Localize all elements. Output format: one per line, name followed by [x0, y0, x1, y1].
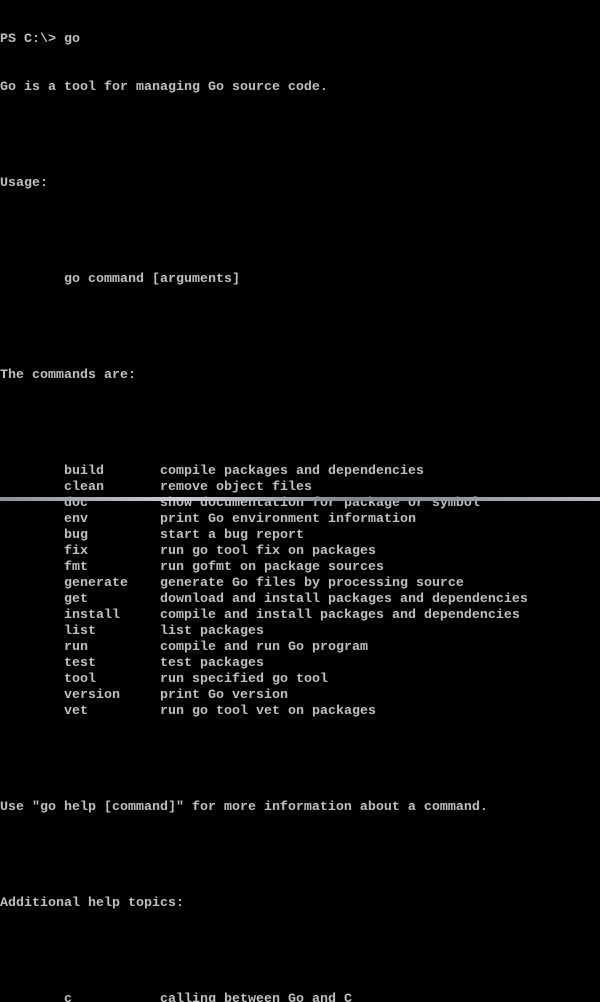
command-row: bug start a bug report: [0, 528, 600, 544]
command-row: get download and install packages and dep…: [0, 592, 600, 608]
usage-command: go command [arguments]: [64, 272, 240, 287]
command-row-name: clean: [64, 480, 104, 495]
topics-list: c calling between Go and C: [0, 992, 600, 1002]
command-row: fmt run gofmt on package sources: [0, 560, 600, 576]
taskbar-edge: [0, 497, 600, 501]
command-row-name: env: [64, 512, 88, 527]
command-row-name: fix: [64, 544, 88, 559]
commands-heading: The commands are:: [0, 368, 136, 383]
command-row-name: test: [64, 656, 96, 671]
command-row: vet run go tool vet on packages: [0, 704, 600, 720]
help-hint: Use "go help [command]" for more informa…: [0, 800, 488, 815]
command-row-name: bug: [64, 528, 88, 543]
command-row: tool run specified go tool: [0, 672, 600, 688]
prompt-line: PS C:\> go: [0, 32, 80, 47]
command-row-description: start a bug report: [160, 528, 304, 543]
command-row-description: run go tool fix on packages: [160, 544, 376, 559]
command-row-name: install: [64, 608, 120, 623]
topics-heading: Additional help topics:: [0, 896, 184, 911]
command-row-name: vet: [64, 704, 88, 719]
intro-text: Go is a tool for managing Go source code…: [0, 80, 328, 95]
commands-list: build compile packages and dependencies cl…: [0, 464, 600, 720]
command-row-description: remove object files: [160, 480, 312, 495]
command-row-name: tool: [64, 672, 96, 687]
command-row: list list packages: [0, 624, 600, 640]
command-row: test test packages: [0, 656, 600, 672]
command-row: clean remove object files: [0, 480, 600, 496]
command-row-name: run: [64, 640, 88, 655]
command-row-description: compile and run Go program: [160, 640, 368, 655]
command-row-description: list packages: [160, 624, 264, 639]
command-row: install compile and install packages and …: [0, 608, 600, 624]
command-row-name: build: [64, 464, 104, 479]
command-row: run compile and run Go program: [0, 640, 600, 656]
command-row-name: version: [64, 688, 120, 703]
terminal-window[interactable]: PS C:\> go Go is a tool for managing Go …: [0, 0, 600, 1002]
command-row-description: compile packages and dependencies: [160, 464, 424, 479]
command-row-description: print Go environment information: [160, 512, 416, 527]
command-row-description: generate Go files by processing source: [160, 576, 464, 591]
usage-label: Usage:: [0, 176, 48, 191]
command-row-name: get: [64, 592, 88, 607]
command-row-description: run gofmt on package sources: [160, 560, 384, 575]
command-row-name: generate: [64, 576, 128, 591]
command-row: env print Go environment information: [0, 512, 600, 528]
command-row: generate generate Go files by processing …: [0, 576, 600, 592]
command-row: version print Go version: [0, 688, 600, 704]
topic-row: c calling between Go and C: [0, 992, 600, 1002]
command-row-description: run specified go tool: [160, 672, 328, 687]
command-row-description: print Go version: [160, 688, 288, 703]
command-row-description: test packages: [160, 656, 264, 671]
command-row-description: run go tool vet on packages: [160, 704, 376, 719]
topic-row-name: c: [64, 992, 72, 1002]
command-row-description: download and install packages and depend…: [160, 592, 528, 607]
command-row: build compile packages and dependencies: [0, 464, 600, 480]
command-row-description: compile and install packages and depende…: [160, 608, 520, 623]
command-row-name: list: [64, 624, 96, 639]
command-row: fix run go tool fix on packages: [0, 544, 600, 560]
command-row-name: fmt: [64, 560, 88, 575]
usage-line: go command [arguments]: [0, 272, 600, 288]
topic-row-description: calling between Go and C: [160, 992, 352, 1002]
